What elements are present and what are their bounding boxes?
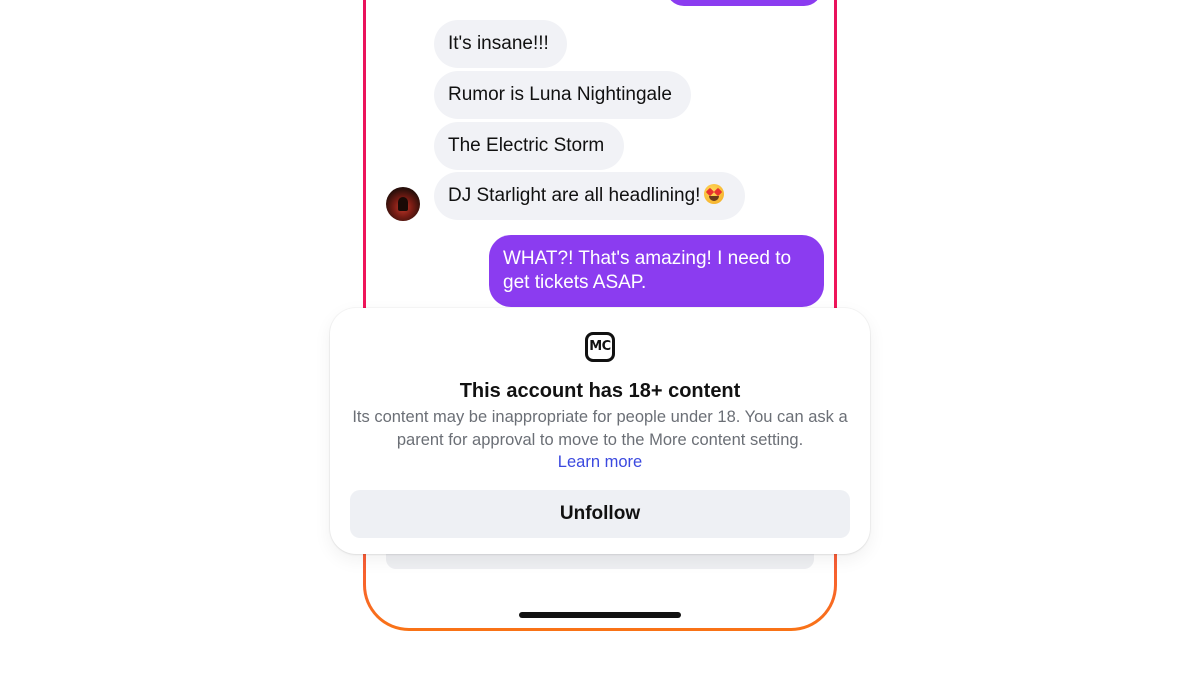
- sender-avatar[interactable]: [386, 187, 420, 221]
- message-text: The Electric Storm: [448, 135, 605, 156]
- learn-more-row: Learn more: [330, 451, 870, 473]
- unfollow-button[interactable]: Unfollow: [350, 490, 850, 538]
- star-struck-emoji-icon: [704, 184, 725, 204]
- previous-outgoing-bubble: [666, 0, 822, 6]
- warning-description: Its content may be inappropriate for peo…: [352, 408, 848, 449]
- app-stage: It's insane!!! Rumor is Luna Nightingale…: [0, 0, 1200, 675]
- incoming-message-bubble: Rumor is Luna Nightingale: [434, 71, 691, 119]
- incoming-message-bubble: The Electric Storm: [434, 122, 624, 170]
- warning-title: This account has 18+ content: [459, 380, 741, 402]
- learn-more-link[interactable]: Learn more: [558, 453, 642, 471]
- home-indicator: [519, 612, 681, 618]
- incoming-message-bubble: It's insane!!!: [434, 20, 567, 68]
- message-text: It's insane!!!: [448, 33, 549, 54]
- message-text: Rumor is Luna Nightingale: [448, 84, 672, 105]
- incoming-message-bubble: DJ Starlight are all headlining!: [434, 172, 745, 220]
- mature-content-icon: MC: [585, 332, 615, 362]
- outgoing-message-bubble: WHAT?! That's amazing! I need to get tic…: [489, 235, 824, 307]
- message-text: WHAT?! That's amazing! I need to get tic…: [503, 248, 792, 293]
- message-text: DJ Starlight are all headlining!: [448, 185, 701, 206]
